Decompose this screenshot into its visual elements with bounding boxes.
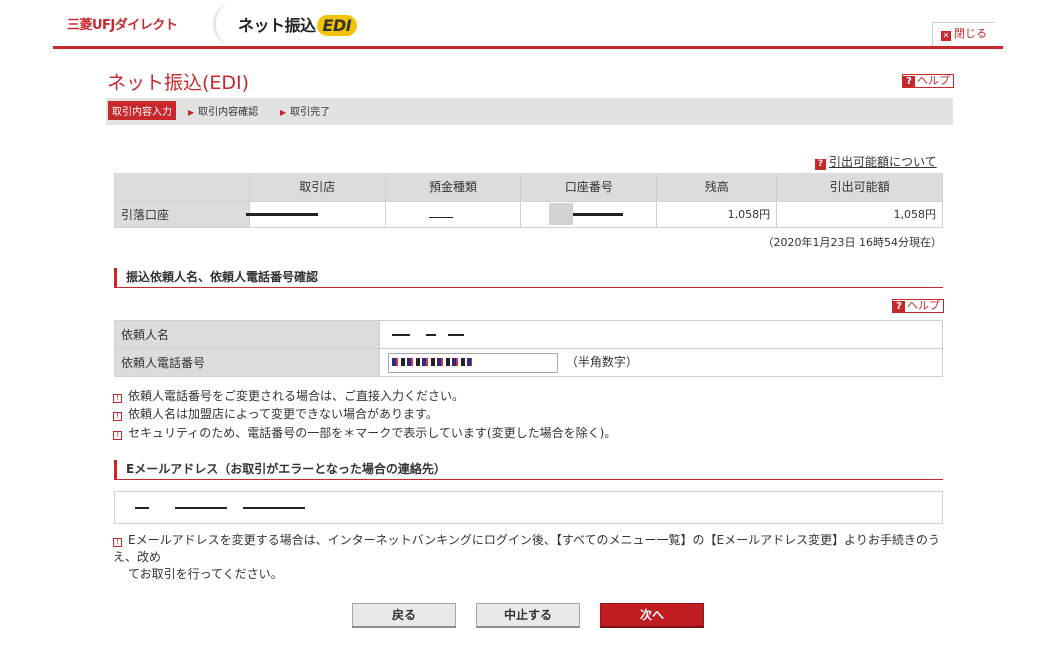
row-label: 引落口座 (114, 200, 250, 228)
help-icon: ? (893, 301, 905, 313)
back-button[interactable]: 戻る (352, 603, 456, 628)
table-header: 口座番号 (520, 173, 658, 202)
account-number-cell (520, 200, 658, 228)
requester-table: 依頼人名 依頼人電話番号 （半角数字） (114, 320, 943, 377)
redacted-email (135, 506, 149, 509)
requester-phone-label: 依頼人電話番号 (114, 348, 380, 377)
email-section-title: Eメールアドレス（お取引がエラーとなった場合の連絡先） (114, 460, 943, 480)
note-item: ! セキュリティのため、電話番号の一部を＊マークで表示しています(変更した場合を除… (113, 424, 616, 441)
email-address-box (114, 491, 943, 524)
account-table: 取引店 預金種類 口座番号 残高 引出可能額 引落口座 1,058円 1,058… (114, 173, 943, 228)
table-header: 残高 (656, 173, 778, 202)
redacted-number (573, 212, 624, 216)
help-label: ヘルプ (907, 299, 940, 312)
redacted-block (549, 203, 574, 225)
table-header-row: 取引店 預金種類 口座番号 残高 引出可能額 (114, 173, 943, 202)
step-complete: ▶ 取引完了 (280, 103, 330, 118)
note-mark-icon: ! (113, 538, 122, 547)
table-row: 依頼人名 (114, 320, 943, 349)
step-confirm: ▶ 取引内容確認 (188, 103, 258, 118)
withdrawable-cell: 1,058円 (776, 200, 943, 228)
cancel-button[interactable]: 中止する (476, 603, 580, 628)
balance-cell: 1,058円 (656, 200, 778, 228)
table-header (114, 173, 250, 202)
step-arrow-icon: ▶ (280, 108, 287, 117)
requester-name-value (379, 320, 943, 349)
note-mark-icon: ! (113, 431, 122, 440)
requester-phone-value: （半角数字） (379, 348, 943, 377)
table-header: 取引店 (248, 173, 386, 202)
help-button[interactable]: ? ヘルプ (902, 74, 954, 88)
step-complete-label: 取引完了 (290, 107, 331, 118)
requester-section-title: 振込依頼人名、依頼人電話番号確認 (114, 268, 943, 288)
note-text: セキュリティのため、電話番号の一部を＊マークで表示しています(変更した場合を除く… (128, 426, 617, 440)
progress-steps: 取引内容入力 ▶ 取引内容確認 ▶ 取引完了 (106, 98, 953, 125)
redacted-name (392, 334, 410, 336)
note-text: 依頼人電話番号をご変更される場合は、ご直接入力ください。 (128, 389, 465, 403)
redacted-phone (392, 357, 472, 366)
phone-input[interactable] (388, 352, 558, 373)
redacted-name (447, 334, 464, 336)
account-type-cell (384, 200, 522, 228)
table-header: 預金種類 (384, 173, 522, 202)
email-note-line1: Eメールアドレスを変更する場合は、インターネットバンキングにログイン後、【すべて… (113, 533, 940, 564)
close-label: 閉じる (954, 27, 987, 40)
close-button[interactable]: ✕ 閉じる (932, 22, 995, 46)
balance-timestamp: （2020年1月23日 16時54分現在） (762, 236, 942, 249)
step-input: 取引内容入力 (108, 101, 176, 120)
redacted-name (425, 334, 436, 336)
next-button[interactable]: 次へ (600, 603, 704, 628)
redacted-branch (245, 213, 318, 216)
available-amount-link[interactable]: ? 引出可能額について (815, 153, 937, 170)
note-text: 依頼人名は加盟店によって変更できない場合があります。 (128, 407, 438, 421)
brand-logo: 三菱UFJダイレクト (67, 18, 178, 33)
header-divider (53, 46, 1003, 49)
email-note: ! Eメールアドレスを変更する場合は、インターネットバンキングにログイン後、【すべ… (113, 532, 943, 583)
email-note-line2: てお取引を行ってください。 (128, 567, 283, 581)
table-row: 依頼人電話番号 （半角数字） (114, 348, 943, 377)
table-header: 引出可能額 (776, 173, 943, 202)
branch-cell (245, 200, 386, 228)
requester-help-button[interactable]: ? ヘルプ (892, 299, 944, 313)
available-amount-label: 引出可能額について (829, 155, 937, 169)
site-header: 三菱UFJダイレクト ネット振込 EDI ✕ 閉じる (53, 0, 1003, 48)
phone-hint: （半角数字） (565, 355, 638, 369)
step-arrow-icon: ▶ (188, 108, 195, 117)
page-title: ネット振込(EDI) (107, 72, 250, 94)
close-icon: ✕ (941, 31, 951, 41)
note-mark-icon: ! (113, 412, 122, 421)
redacted-email (174, 506, 227, 509)
help-label: ヘルプ (917, 74, 950, 87)
table-row: 引落口座 1,058円 1,058円 (114, 200, 943, 228)
note-item: ! 依頼人名は加盟店によって変更できない場合があります。 (113, 405, 438, 422)
requester-name-label: 依頼人名 (114, 320, 380, 349)
note-item: ! 依頼人電話番号をご変更される場合は、ご直接入力ください。 (113, 387, 464, 404)
note-mark-icon: ! (113, 394, 122, 403)
help-icon: ? (903, 76, 915, 88)
step-confirm-label: 取引内容確認 (198, 107, 259, 118)
product-name: ネット振込 (238, 16, 316, 35)
redacted-type (429, 217, 454, 218)
product-logo: ネット振込 EDI (238, 12, 358, 36)
product-badge: EDI (316, 15, 358, 36)
redacted-email (242, 506, 305, 509)
help-icon: ? (815, 159, 826, 170)
